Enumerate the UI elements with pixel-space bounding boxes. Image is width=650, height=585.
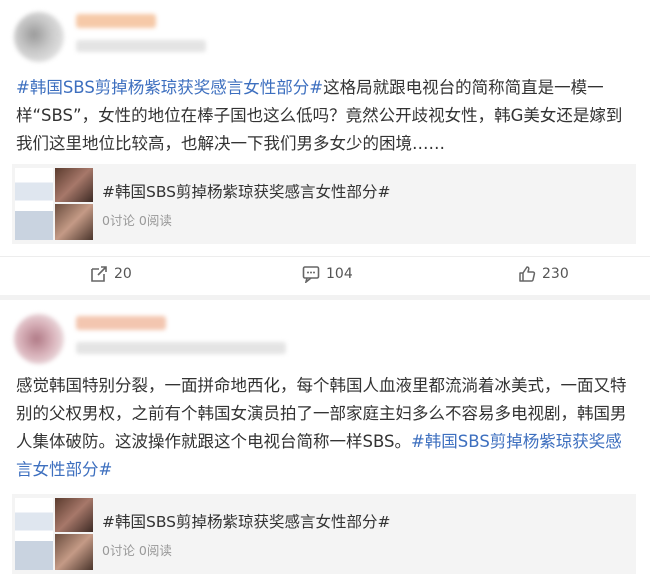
avatar[interactable] <box>14 314 64 364</box>
comment-icon <box>302 265 320 283</box>
post-text: 感觉韩国特别分裂，一面拼命地西化，每个韩国人血液里都流淌着冰美式，一面又特别的父… <box>16 372 636 484</box>
card-meta: 0讨论 0阅读 <box>102 543 172 558</box>
timestamp-blurred <box>76 342 286 354</box>
thumbs-up-icon <box>518 265 536 283</box>
topic-thumbnail <box>15 168 93 240</box>
card-title: #韩国SBS剪掉杨紫琼获奖感言女性部分# <box>102 183 391 201</box>
like-count: 230 <box>542 266 569 282</box>
card-meta: 0讨论 0阅读 <box>102 213 172 228</box>
share-button[interactable]: 20 <box>90 265 132 283</box>
post-text: #韩国SBS剪掉杨紫琼获奖感言女性部分#这格局就跟电视台的简称简直是一模一样“S… <box>16 74 636 158</box>
hashtag-link[interactable]: #韩国SBS剪掉杨紫琼获奖感言女性部分# <box>16 78 323 97</box>
share-count: 20 <box>114 266 132 282</box>
comment-button[interactable]: 104 <box>302 265 353 283</box>
topic-card[interactable]: #韩国SBS剪掉杨紫琼获奖感言女性部分# 0讨论 0阅读 <box>12 164 636 244</box>
topic-card[interactable]: #韩国SBS剪掉杨紫琼获奖感言女性部分# 0讨论 0阅读 <box>12 494 636 574</box>
timestamp-blurred <box>76 40 206 52</box>
share-icon <box>90 265 108 283</box>
username-blurred[interactable] <box>76 316 166 330</box>
comment-count: 104 <box>326 266 353 282</box>
action-bar: 20 104 230 <box>0 256 650 293</box>
weibo-post-1: #韩国SBS剪掉杨紫琼获奖感言女性部分#这格局就跟电视台的简称简直是一模一样“S… <box>0 0 650 296</box>
like-button[interactable]: 230 <box>518 265 569 283</box>
topic-thumbnail <box>15 498 93 570</box>
username-blurred[interactable] <box>76 14 156 28</box>
avatar[interactable] <box>14 12 64 62</box>
card-title: #韩国SBS剪掉杨紫琼获奖感言女性部分# <box>102 513 391 531</box>
weibo-post-2: 感觉韩国特别分裂，一面拼命地西化，每个韩国人血液里都流淌着冰美式，一面又特别的父… <box>0 300 650 585</box>
